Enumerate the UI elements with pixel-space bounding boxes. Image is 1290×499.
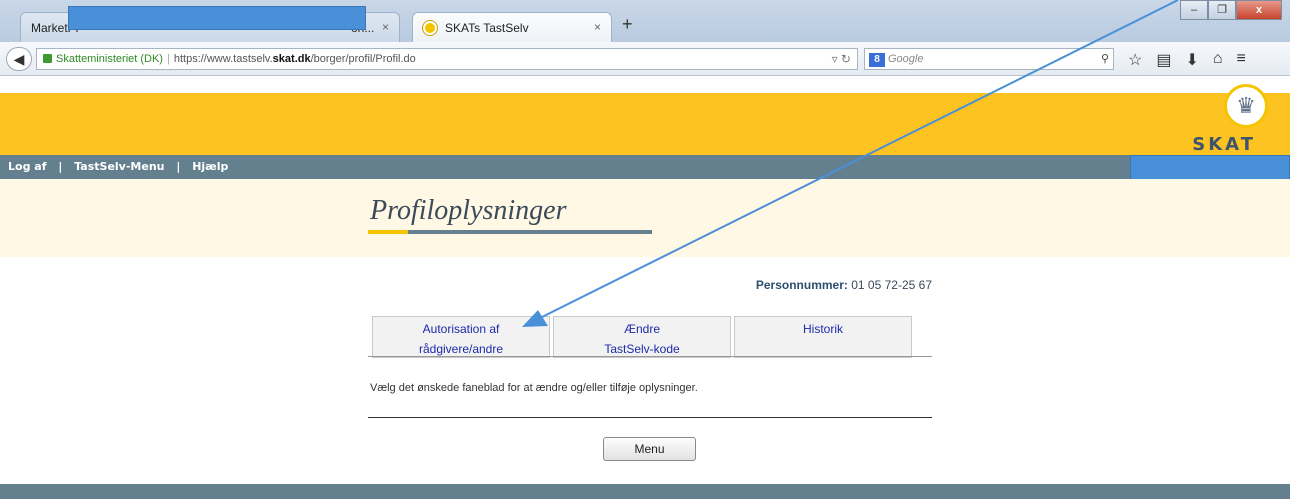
site-banner	[0, 93, 1290, 155]
redaction-box	[68, 6, 366, 30]
address-bar[interactable]: Skatteministeriet (DK) | https://www.tasts…	[36, 48, 858, 70]
crown-logo-icon[interactable]: ♛	[1224, 84, 1268, 128]
toolbar-icons: ☆ ▤ ⬇ ⌂ ≡	[1128, 50, 1246, 70]
logout-link[interactable]: Log af	[8, 160, 46, 173]
tab-title: SKATs TastSelv	[445, 20, 529, 35]
tastselv-menu-link[interactable]: TastSelv-Menu	[74, 160, 164, 173]
menu-button[interactable]: Menu	[603, 437, 696, 461]
lock-icon	[43, 54, 52, 63]
download-icon[interactable]: ⬇	[1185, 50, 1198, 70]
tab-close-icon[interactable]: ×	[594, 20, 601, 34]
search-placeholder: Google	[888, 53, 924, 65]
window-close-icon[interactable]: x	[1236, 0, 1282, 20]
title-underline	[408, 230, 652, 234]
title-underline-accent	[368, 230, 408, 234]
page-header-band	[0, 179, 1290, 257]
tab-historik[interactable]: Historik	[734, 316, 912, 358]
reading-list-icon[interactable]: ▤	[1156, 50, 1171, 70]
site-footer	[0, 484, 1290, 499]
browser-navbar: ◀ Skatteministeriet (DK) | https://www.tas…	[0, 42, 1290, 76]
window-controls: – ❐ x	[1180, 0, 1282, 20]
tab-autorisation[interactable]: Autorisation af rådgivere/andre	[372, 316, 550, 358]
tab-aendre-kode[interactable]: Ændre TastSelv-kode	[553, 316, 731, 358]
instruction-text: Vælg det ønskede faneblad for at ændre o…	[370, 382, 698, 394]
url-text: https://www.tastselv.skat.dk/borger/prof…	[173, 53, 416, 65]
browser-titlebar: MarketPr on... × SKATs TastSelv × + – ❐ …	[0, 0, 1290, 42]
search-icon[interactable]: ⚲	[1101, 49, 1109, 69]
search-input[interactable]: 8 Google ⚲	[864, 48, 1114, 70]
tab-close-icon[interactable]: ×	[382, 20, 389, 34]
tabs-divider	[368, 356, 932, 357]
page-title: Profiloplysninger	[370, 195, 567, 226]
minimize-icon[interactable]: –	[1180, 0, 1208, 20]
cpr-number: Personnummer: 01 05 72-25 67	[755, 278, 932, 292]
help-link[interactable]: Hjælp	[192, 160, 228, 173]
content-divider	[368, 417, 932, 418]
new-tab-icon[interactable]: +	[622, 14, 633, 35]
back-arrow-icon[interactable]: ◀	[6, 47, 32, 71]
bookmark-star-icon[interactable]: ☆	[1128, 50, 1142, 70]
browser-tab-skat[interactable]: SKATs TastSelv ×	[412, 12, 612, 42]
brand-logo[interactable]: SKAT	[1192, 134, 1256, 155]
site-menubar: Log af | TastSelv-Menu | Hjælp	[0, 155, 1290, 179]
maximize-icon[interactable]: ❐	[1208, 0, 1236, 20]
menu-hamburger-icon[interactable]: ≡	[1237, 50, 1246, 70]
home-icon[interactable]: ⌂	[1213, 50, 1223, 70]
skat-favicon-icon	[423, 20, 437, 35]
site-identity: Skatteministeriet (DK)	[56, 53, 163, 65]
google-engine-icon[interactable]: 8	[869, 53, 885, 67]
reload-icon[interactable]: ▿ ↻	[832, 49, 851, 69]
